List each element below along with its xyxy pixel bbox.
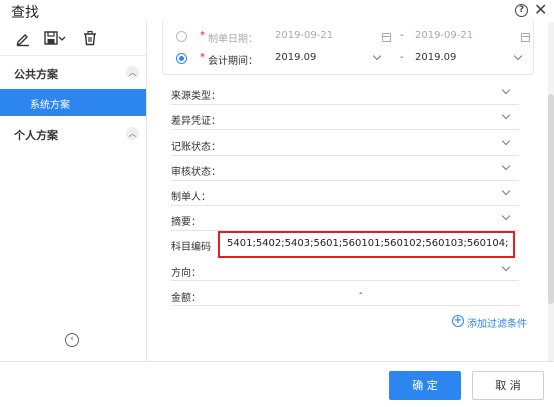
field-label-posting-status: 记账状态： xyxy=(171,142,221,153)
date-label: 制单日期： xyxy=(208,34,258,45)
chevron-down-icon[interactable] xyxy=(372,51,382,61)
scheme-item-system[interactable]: 系统方案 xyxy=(0,89,146,116)
scrollbar-track[interactable] xyxy=(548,22,554,361)
field-divider xyxy=(171,180,519,181)
scheme-sidebar: 公共方案 ︿ 系统方案 个人方案 ︿ ‹ xyxy=(0,22,147,361)
chevron-up-icon[interactable]: ︿ xyxy=(126,66,139,79)
required-marker: * xyxy=(200,30,205,41)
delete-icon[interactable] xyxy=(81,29,99,47)
field-divider xyxy=(171,129,519,130)
calendar-icon[interactable] xyxy=(521,33,530,42)
help-icon[interactable]: ? xyxy=(515,4,528,17)
period-from-select[interactable]: 2019.09 xyxy=(275,52,316,63)
field-divider xyxy=(171,155,519,156)
chevron-up-icon[interactable]: ︿ xyxy=(126,127,139,140)
collapse-sidebar-icon[interactable]: ‹ xyxy=(65,333,79,347)
scheme-item-label: 系统方案 xyxy=(30,100,70,111)
plus-circle-icon: + xyxy=(452,315,464,327)
range-separator: - xyxy=(400,30,404,41)
chevron-down-icon[interactable] xyxy=(513,51,523,61)
field-label-direction: 方向： xyxy=(171,268,201,279)
chevron-down-icon[interactable] xyxy=(501,161,511,171)
dialog-footer: 确 定 取 消 xyxy=(0,361,554,407)
close-icon[interactable]: ✕ xyxy=(534,1,547,19)
date-label: 会计期间： xyxy=(208,56,258,67)
field-label-diff-voucher: 差异凭证： xyxy=(171,116,221,127)
field-label-source-type: 来源类型： xyxy=(171,91,221,102)
group-label: 个人方案 xyxy=(14,129,58,142)
field-divider xyxy=(171,305,519,306)
field-label-creator: 制单人： xyxy=(171,192,211,203)
chevron-down-icon[interactable] xyxy=(501,262,511,272)
period-to-select[interactable]: 2019.09 xyxy=(415,52,456,63)
field-divider xyxy=(171,280,519,281)
radio-accounting-period[interactable] xyxy=(176,53,187,64)
chevron-down-icon[interactable] xyxy=(501,110,511,120)
field-divider xyxy=(171,205,519,206)
date-from-field[interactable]: 2019-09-21 xyxy=(275,30,333,41)
required-marker: * xyxy=(200,52,205,63)
edit-icon[interactable] xyxy=(14,29,32,47)
date-to-field[interactable]: 2019-09-21 xyxy=(415,30,473,41)
filter-panel: * 制单日期： 2019-09-21 - 2019-09-21 * 会计期间： … xyxy=(148,22,554,361)
chevron-down-icon[interactable] xyxy=(501,136,511,146)
amount-range-separator: - xyxy=(359,288,363,299)
field-label-account-code: 科目编码 xyxy=(171,242,211,253)
field-label-amount: 金额： xyxy=(171,293,201,304)
calendar-icon[interactable] xyxy=(382,33,391,42)
field-label-audit-status: 审核状态： xyxy=(171,167,221,178)
chevron-down-icon[interactable] xyxy=(501,211,511,221)
title-bar: 查找 ? ✕ xyxy=(0,0,554,22)
scheme-toolbar xyxy=(0,22,146,56)
add-filter-label: 添加过滤条件 xyxy=(467,319,527,330)
account-code-value[interactable]: 5401;5402;5403;5601;560101;560102;560103… xyxy=(227,238,509,249)
dialog-title: 查找 xyxy=(11,5,39,21)
group-label: 公共方案 xyxy=(14,68,58,81)
field-divider xyxy=(171,104,519,105)
group-public-schemes[interactable]: 公共方案 ︿ xyxy=(0,60,146,86)
save-dropdown-icon[interactable] xyxy=(57,29,67,47)
radio-document-date[interactable] xyxy=(176,31,187,42)
range-separator: - xyxy=(400,52,404,63)
chevron-down-icon[interactable] xyxy=(501,186,511,196)
chevron-down-icon[interactable] xyxy=(501,85,511,95)
date-condition-card: * 制单日期： 2019-09-21 - 2019-09-21 * 会计期间： … xyxy=(162,22,534,75)
scrollbar-thumb[interactable] xyxy=(548,94,554,304)
field-label-summary: 摘要： xyxy=(171,217,201,228)
account-code-input[interactable]: 5401;5402;5403;5601;560101;560102;560103… xyxy=(218,231,515,258)
confirm-button[interactable]: 确 定 xyxy=(389,371,461,400)
cancel-button[interactable]: 取 消 xyxy=(472,371,544,400)
group-personal-schemes[interactable]: 个人方案 ︿ xyxy=(0,121,146,147)
